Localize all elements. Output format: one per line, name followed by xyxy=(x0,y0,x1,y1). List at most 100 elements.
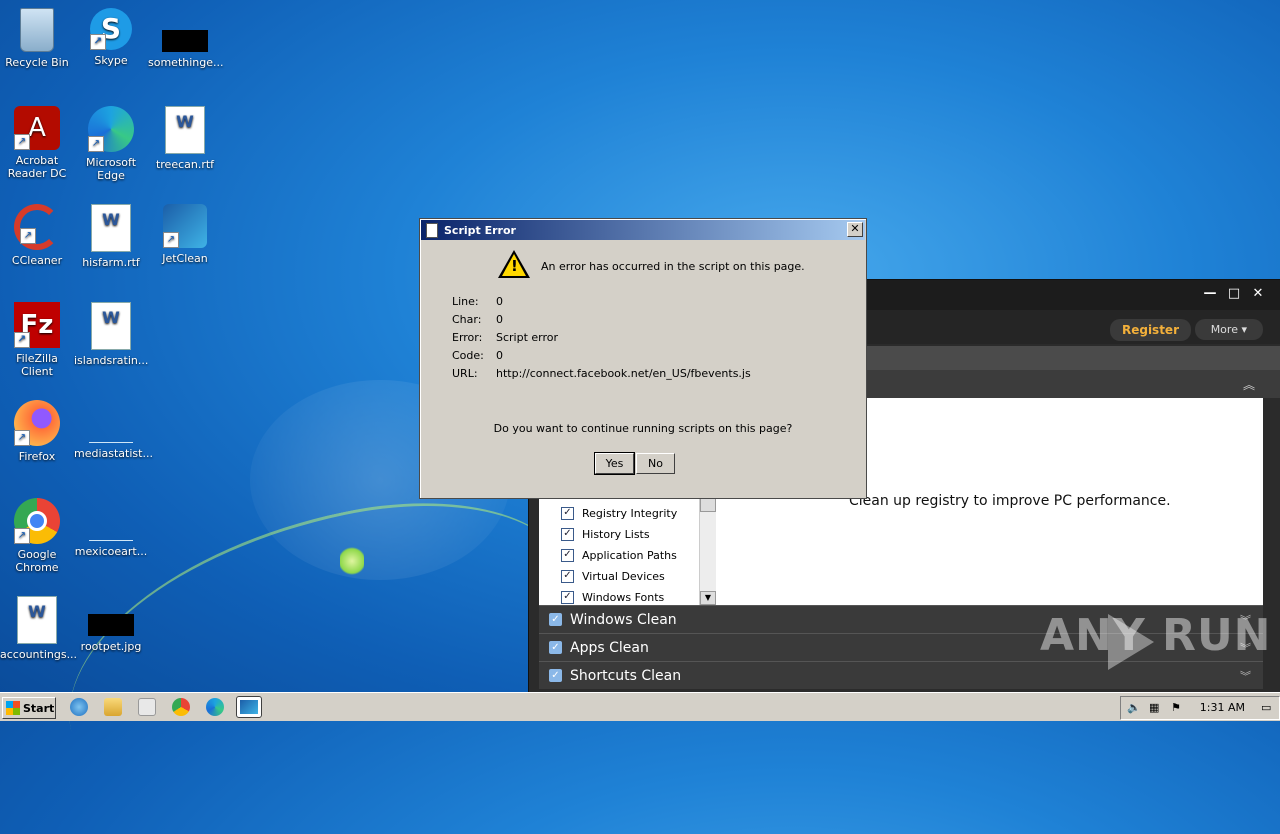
field-label-url: URL: xyxy=(452,367,478,380)
windows-logo-icon xyxy=(6,701,20,715)
more-label: More xyxy=(1210,323,1238,336)
start-button[interactable]: Start xyxy=(2,697,56,719)
field-value-line: 0 xyxy=(496,295,503,308)
watermark: ANY RUN xyxy=(1040,610,1272,661)
desktop-icon-hisfarm[interactable]: W hisfarm.rtf xyxy=(74,198,148,269)
desktop-icon-islandsratin[interactable]: W islandsratin... xyxy=(74,296,148,367)
continue-question: Do you want to continue running scripts … xyxy=(493,422,793,435)
desktop-icon-somethinge[interactable]: somethinge... xyxy=(148,2,224,69)
field-value-char: 0 xyxy=(496,313,503,326)
scroll-down-arrow-icon[interactable]: ▼ xyxy=(700,591,716,605)
more-button[interactable]: More ▾ xyxy=(1194,319,1263,340)
shortcut-arrow-icon: ↗ xyxy=(88,136,104,152)
action-center-flag-icon[interactable]: ⚑ xyxy=(1171,701,1185,715)
chrome-taskbar-icon[interactable] xyxy=(172,698,190,716)
chrome-icon: ↗ xyxy=(14,498,60,544)
ccleaner-icon: ↗ xyxy=(14,204,60,250)
shortcut-arrow-icon: ↗ xyxy=(14,528,30,544)
black-image-icon xyxy=(88,614,134,636)
checkbox-checked-icon[interactable]: ✓ xyxy=(549,669,562,682)
file-explorer-icon[interactable] xyxy=(104,698,122,716)
desktop-icon-chrome[interactable]: ↗ Google Chrome xyxy=(0,492,74,574)
checkbox-checked-icon[interactable]: ✓ xyxy=(561,569,574,583)
acrobat-icon: A ↗ xyxy=(14,106,60,150)
dialog-title: Script Error xyxy=(444,223,516,237)
field-value-error: Script error xyxy=(496,331,559,344)
desktop-icon-accountings[interactable]: W accountings... xyxy=(0,590,77,661)
jetclean-icon: ↗ xyxy=(163,204,207,248)
skype-icon: S ↗ xyxy=(90,8,132,50)
taskbar: Start 🔈 ▦ ⚑ 1:31 AM ▭ xyxy=(0,692,1280,721)
volume-icon[interactable]: 🔈 xyxy=(1127,701,1141,715)
checkbox-checked-icon[interactable]: ✓ xyxy=(561,506,574,520)
show-desktop-icon[interactable]: ▭ xyxy=(1261,701,1275,715)
script-error-dialog: Script Error ✕ ! An error has occurred i… xyxy=(419,218,867,499)
clock[interactable]: 1:31 AM xyxy=(1200,701,1245,714)
start-label: Start xyxy=(23,701,55,715)
field-value-code: 0 xyxy=(496,349,503,362)
check-item-windows-fonts[interactable]: ✓ Windows Fonts xyxy=(561,588,664,606)
close-button[interactable]: ✕ xyxy=(1249,286,1267,301)
scroll-thumb[interactable] xyxy=(700,498,716,512)
field-value-url: http://connect.facebook.net/en_US/fbeven… xyxy=(496,367,751,380)
no-button[interactable]: No xyxy=(636,453,675,474)
section-shortcuts-clean[interactable]: ✓ Shortcuts Clean ︾ xyxy=(539,661,1263,689)
desktop-icon-mediastatist[interactable]: mediastatist... xyxy=(74,394,153,460)
wallpaper-logo xyxy=(340,545,364,577)
shortcut-arrow-icon: ↗ xyxy=(14,430,30,446)
desktop-icon-acrobat[interactable]: A ↗ Acrobat Reader DC xyxy=(0,100,74,180)
desktop-icon-rootpet[interactable]: rootpet.jpg xyxy=(74,590,148,653)
field-label-code: Code: xyxy=(452,349,484,362)
desktop-icon-jetclean[interactable]: ↗ JetClean xyxy=(148,198,222,265)
checkbox-checked-icon[interactable]: ✓ xyxy=(561,527,574,541)
system-tray: 🔈 ▦ ⚑ 1:31 AM ▭ xyxy=(1120,696,1280,720)
checkbox-checked-icon[interactable]: ✓ xyxy=(549,613,562,626)
check-item-registry-integrity[interactable]: ✓ Registry Integrity xyxy=(561,504,677,522)
desktop-icon-filezilla[interactable]: Fz ↗ FileZilla Client xyxy=(0,296,74,378)
warning-exclamation: ! xyxy=(511,257,518,275)
recycle-bin-icon xyxy=(20,8,54,52)
firefox-icon: ↗ xyxy=(14,400,60,446)
word-doc-icon: W xyxy=(17,596,57,644)
page-icon xyxy=(426,222,438,238)
desktop-icon-recycle-bin[interactable]: Recycle Bin xyxy=(0,2,74,69)
black-image-icon xyxy=(162,30,208,52)
register-button[interactable]: Register xyxy=(1109,319,1191,341)
internet-explorer-icon[interactable] xyxy=(70,698,88,716)
shortcut-arrow-icon: ↗ xyxy=(14,332,30,348)
maximize-button[interactable]: □ xyxy=(1225,286,1243,301)
registry-description: Clean up registry to improve PC performa… xyxy=(849,493,1171,509)
check-item-virtual-devices[interactable]: ✓ Virtual Devices xyxy=(561,567,665,585)
jetclean-taskbar-button[interactable] xyxy=(236,696,262,718)
desktop-icon-firefox[interactable]: ↗ Firefox xyxy=(0,394,74,463)
shortcut-arrow-icon: ↗ xyxy=(20,228,36,244)
shortcut-arrow-icon: ↗ xyxy=(163,232,179,248)
checkbox-checked-icon[interactable]: ✓ xyxy=(561,548,574,562)
checkbox-checked-icon[interactable]: ✓ xyxy=(561,590,574,604)
yes-button[interactable]: Yes xyxy=(594,452,635,475)
field-label-error: Error: xyxy=(452,331,483,344)
desktop-icon-skype[interactable]: S ↗ Skype xyxy=(74,2,148,67)
minimize-button[interactable]: — xyxy=(1201,286,1219,301)
check-item-application-paths[interactable]: ✓ Application Paths xyxy=(561,546,677,564)
field-label-char: Char: xyxy=(452,313,482,326)
desktop-icon-ccleaner[interactable]: ↗ CCleaner xyxy=(0,198,74,267)
dialog-titlebar[interactable]: Script Error ✕ xyxy=(421,220,865,240)
chevron-down-icon[interactable]: ︾ xyxy=(1240,668,1251,684)
collapse-chevron-icon[interactable]: ︽ xyxy=(1243,376,1255,393)
media-player-icon[interactable] xyxy=(138,698,156,716)
error-message: An error has occurred in the script on t… xyxy=(541,260,805,273)
desktop-icon-treecan[interactable]: W treecan.rtf xyxy=(148,100,222,171)
check-item-history-lists[interactable]: ✓ History Lists xyxy=(561,525,650,543)
checkbox-checked-icon[interactable]: ✓ xyxy=(549,641,562,654)
dialog-close-button[interactable]: ✕ xyxy=(847,222,863,237)
caret-down-icon: ▾ xyxy=(1241,323,1247,336)
blank-file-icon xyxy=(89,526,133,541)
desktop-icon-edge[interactable]: ↗ Microsoft Edge xyxy=(74,100,148,182)
blank-file-icon xyxy=(89,428,133,443)
desktop-icon-mexicoeart[interactable]: mexicoeart... xyxy=(74,492,148,558)
network-icon[interactable]: ▦ xyxy=(1149,701,1163,715)
shortcut-arrow-icon: ↗ xyxy=(14,134,30,150)
word-doc-icon: W xyxy=(165,106,205,154)
edge-taskbar-icon[interactable] xyxy=(206,698,224,716)
